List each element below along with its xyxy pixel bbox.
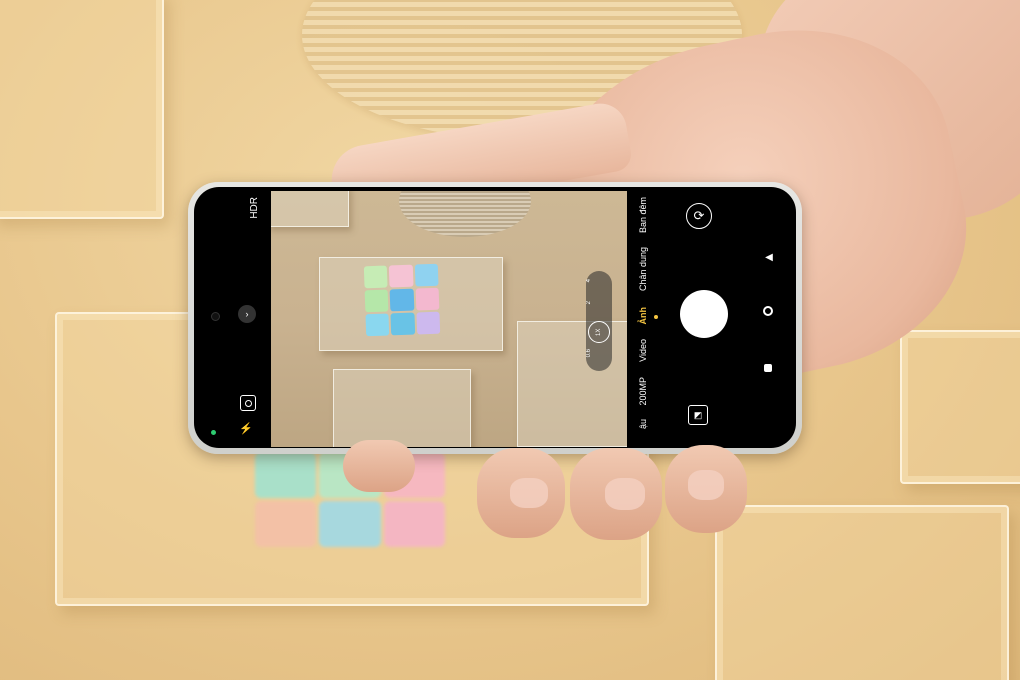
- nav-back-icon: ◀: [765, 251, 773, 263]
- active-mode-dot: [654, 315, 658, 319]
- zoom-2x[interactable]: 2: [586, 301, 612, 304]
- chevron-icon: ›: [245, 309, 249, 319]
- preview-plate-bottom: [333, 369, 471, 447]
- gallery-thumbnail[interactable]: ◩: [688, 405, 708, 425]
- camera-app-screen: HDR › ⚡ 4 2 1X 0.6 Ban đêm Chân dung Ảnh…: [194, 187, 796, 448]
- fingernail-2: [510, 478, 548, 508]
- preview-rubik-cube: [363, 263, 441, 337]
- mode-portrait[interactable]: Chân dung: [638, 247, 648, 291]
- mode-photo-active[interactable]: Ảnh: [638, 307, 648, 325]
- preview-ribbed-disc: [399, 191, 531, 237]
- nav-home-button[interactable]: [763, 306, 773, 316]
- acrylic-block-bottom-right: [715, 505, 1009, 680]
- mode-200mp[interactable]: 200MP: [638, 377, 648, 406]
- zoom-0-6x[interactable]: 0.6: [586, 349, 612, 357]
- nav-recents-button[interactable]: [764, 364, 772, 372]
- rotate-camera-icon: ⟳: [693, 208, 705, 223]
- camera-viewfinder[interactable]: 4 2 1X 0.6: [271, 191, 627, 447]
- front-camera-punch-hole: [211, 312, 220, 321]
- fingernail-3: [605, 478, 645, 510]
- gallery-thumbnail-icon: ◩: [693, 409, 703, 420]
- mode-more-cut[interactable]: ậu: [638, 419, 648, 429]
- hdr-toggle[interactable]: HDR: [249, 197, 260, 219]
- scan-icon: [244, 399, 252, 407]
- switch-camera-button[interactable]: ⟳: [686, 203, 712, 229]
- status-dot: [211, 430, 216, 435]
- flash-button[interactable]: ⚡: [239, 421, 253, 435]
- nav-back-button[interactable]: ◀: [763, 251, 775, 263]
- shutter-button[interactable]: [680, 290, 728, 338]
- zoom-4x[interactable]: 4: [586, 279, 612, 282]
- fingernail-4: [688, 470, 724, 500]
- zoom-selector[interactable]: 4 2 1X 0.6: [586, 271, 612, 371]
- hand-finger-1: [343, 440, 415, 492]
- smartphone: HDR › ⚡ 4 2 1X 0.6 Ban đêm Chân dung Ảnh…: [188, 182, 802, 454]
- mode-video[interactable]: Video: [638, 339, 648, 362]
- flash-off-icon: ⚡: [239, 422, 253, 435]
- expand-settings-button[interactable]: ›: [238, 305, 256, 323]
- acrylic-block-top-left: [0, 0, 164, 219]
- preview-plate-top: [271, 191, 349, 227]
- zoom-1x-active[interactable]: 1X: [588, 321, 610, 343]
- acrylic-block-right: [900, 330, 1020, 484]
- mode-night[interactable]: Ban đêm: [638, 197, 648, 233]
- scan-button[interactable]: [240, 395, 256, 411]
